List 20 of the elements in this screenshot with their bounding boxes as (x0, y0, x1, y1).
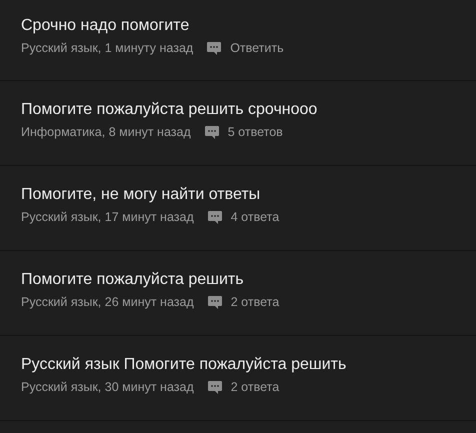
answers-link[interactable]: 4 ответа (230, 208, 280, 226)
question-meta: Русский язык, 30 минут назад (21, 379, 194, 396)
question-meta: Русский язык, 26 минут назад (21, 294, 194, 311)
answers-link[interactable]: 2 ответа (230, 293, 280, 311)
question-title[interactable]: Срочно надо помогите (21, 16, 456, 36)
question-meta: Русский язык, 1 минуту назад (21, 40, 194, 57)
comment-icon (206, 294, 223, 310)
question-meta: Информатика, 8 минут назад (21, 124, 191, 141)
question-meta: Русский язык, 17 минут назад (21, 209, 194, 226)
comment-icon (206, 210, 223, 224)
answers-link[interactable]: 5 ответов (228, 123, 283, 141)
answers-link[interactable]: 2 ответа (230, 378, 280, 396)
question-title[interactable]: Помогите, не могу найти ответы (21, 185, 456, 205)
question-title[interactable]: Помогите пожалуйста решить (21, 270, 456, 290)
comment-icon (206, 40, 222, 56)
question-title[interactable]: Русский язык Помогите пожалуйста решить (21, 355, 456, 375)
comment-icon (204, 124, 220, 140)
answers-link[interactable]: Ответить (230, 39, 284, 57)
question-title[interactable]: Помогите пожалуйста решить срочнооо (21, 100, 456, 120)
comment-icon (206, 380, 223, 394)
